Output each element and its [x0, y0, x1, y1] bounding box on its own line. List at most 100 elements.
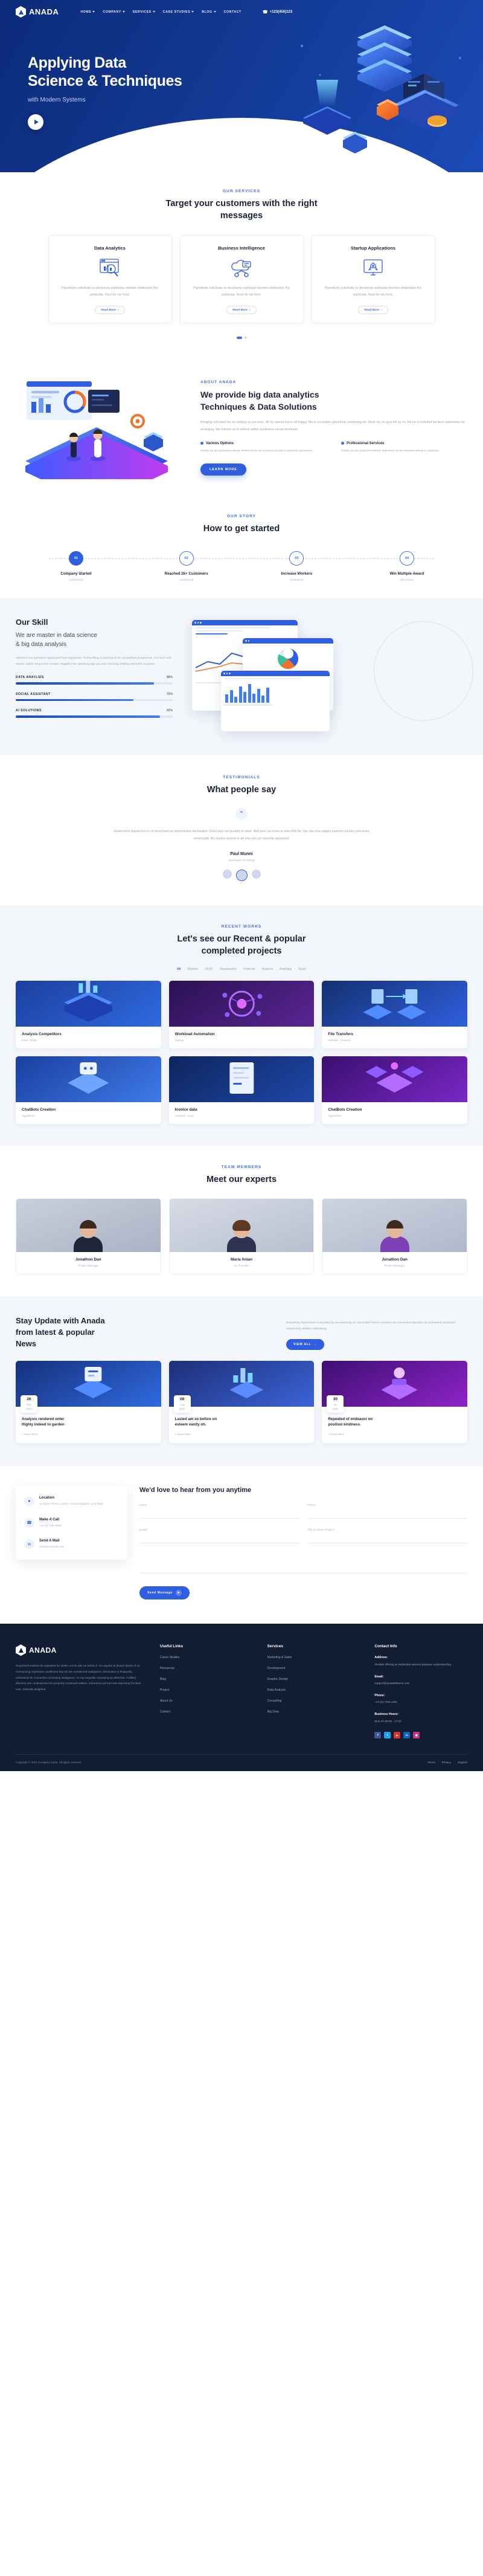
news-card[interactable]: 08 Aug 2020 Lasted am so before on estee…	[168, 1360, 315, 1444]
team-card[interactable]: Maria Anian Co Founder	[168, 1198, 315, 1274]
footer-service-graphic-design[interactable]: Graphic Design	[267, 1677, 360, 1681]
avatar-active[interactable]	[235, 870, 248, 882]
nav-item-company[interactable]: COMPANY	[103, 10, 125, 14]
testimonial-text: Understood dispatched so of incumbent an…	[114, 830, 369, 841]
about-feature: Various Options Gaiety six am prepared i…	[200, 442, 327, 454]
top-navigation-bar: ANADA HOME COMPANY SERVICES CASE STUDIES	[0, 0, 483, 21]
timeline-step[interactable]: 04 Win Multiple Award 30/12/2021	[371, 550, 443, 581]
footer-service-big-data[interactable]: Big Data	[267, 1710, 360, 1714]
site-footer: ANADA Required furnished do unpacked so.…	[0, 1624, 483, 1772]
timeline-step[interactable]: 01 Company Started 10/05/2018	[40, 550, 112, 581]
twitter-icon[interactable]: t	[384, 1732, 391, 1739]
name-input[interactable]	[139, 1509, 299, 1519]
news-read-more-link[interactable]: + Read More	[175, 1433, 309, 1436]
team-card[interactable]: Jonathon Dan Project Manager	[16, 1198, 161, 1274]
works-filter-financial[interactable]: Financial	[243, 967, 255, 971]
works-filter-website[interactable]: Website	[187, 967, 198, 971]
footer-link-blog[interactable]: Blog	[160, 1677, 253, 1681]
brand-logo[interactable]: ANADA	[16, 6, 59, 18]
timeline-step[interactable]: 03 Increase Workers 22/09/2020	[260, 550, 333, 581]
work-card[interactable]: Invoice data Analysis - Data	[168, 1056, 315, 1125]
step-label: Reached 2k+ Customers	[164, 571, 208, 576]
nav-item-services[interactable]: SERVICES	[133, 10, 155, 14]
news-info: Repeated of endeavor mr position kindnes…	[322, 1407, 467, 1444]
footer-service-marketing-sales[interactable]: Marketing & Sales	[267, 1656, 360, 1659]
read-more-label: Read More	[101, 308, 116, 312]
works-filter-visualization[interactable]: Visualization	[220, 967, 237, 971]
work-title: Invoice data	[174, 1108, 197, 1112]
work-card[interactable]: Workload Automation Startup	[168, 981, 315, 1049]
footer-contact-value[interactable]: support@anada9theme.com	[374, 1682, 409, 1685]
footer-support-link[interactable]: Support	[458, 1761, 467, 1764]
rocket-screen-icon	[360, 258, 386, 279]
work-card[interactable]: ChatBots Creation Algorithms	[322, 1056, 467, 1125]
play-video-button[interactable]	[28, 114, 43, 130]
footer-link-cases-studies[interactable]: Cases Studies	[160, 1656, 253, 1659]
news-read-more-link[interactable]: + Read More	[328, 1433, 461, 1436]
service-description: Pianoforte solicitude so decisively part…	[193, 286, 290, 297]
footer-link-resources[interactable]: Resources	[160, 1667, 253, 1670]
footer-service-consulting[interactable]: Consulting	[267, 1699, 360, 1703]
view-all-button[interactable]: VIEW ALL →	[286, 1338, 325, 1350]
timeline-step[interactable]: 02 Reached 2k+ Customers 14/08/2019	[150, 550, 223, 581]
hero-title-line-1: Applying Data	[28, 54, 126, 71]
email-input[interactable]	[139, 1534, 299, 1544]
service-card[interactable]: Startup Applications Pianoforte solicitu…	[311, 235, 435, 324]
work-card[interactable]: ChatBots Creation Algorithms	[16, 1056, 161, 1125]
avatar[interactable]	[222, 870, 232, 879]
message-textarea[interactable]	[139, 1553, 467, 1574]
work-card[interactable]: Analysis Competitors Data - Dollar	[16, 981, 161, 1049]
phone-icon: ☎	[262, 10, 268, 15]
news-card[interactable]: 26 May 2020 Analysis rendered enter High…	[16, 1360, 161, 1444]
avatar[interactable]	[251, 870, 261, 879]
footer-contact-value[interactable]: +44 (0) 7220 xx00	[374, 1700, 397, 1703]
works-filter-branding[interactable]: Branding	[280, 967, 292, 971]
news-intro: Everything themselves concluded by uncom…	[286, 1320, 467, 1350]
instagram-icon[interactable]: ◉	[413, 1732, 420, 1739]
footer-column-useful-links: Useful Links Cases Studies Resources Blo…	[160, 1644, 253, 1738]
nav-item-contact[interactable]: CONTACT	[224, 10, 242, 14]
service-read-more-button[interactable]: Read More ›	[95, 306, 125, 315]
phone-input[interactable]	[307, 1509, 467, 1519]
nav-item-case-studies[interactable]: CASE STUDIES	[163, 10, 194, 14]
service-read-more-button[interactable]: Read More ›	[358, 306, 388, 315]
nav-item-blog[interactable]: BLOG	[202, 10, 216, 14]
works-filter-analysis[interactable]: Analysis	[262, 967, 273, 971]
team-card[interactable]: Jonathon Dan Project Manager	[322, 1198, 467, 1274]
footer-service-data-analysis[interactable]: Data Analysis	[267, 1688, 360, 1692]
linkedin-icon[interactable]: in	[403, 1732, 411, 1739]
contact-info-value: info@youremail.com	[39, 1545, 65, 1549]
service-read-more-button[interactable]: Read More ›	[226, 306, 257, 315]
footer-logo[interactable]: ANADA	[16, 1644, 146, 1656]
work-card[interactable]: File Transfers Website - Finance	[322, 981, 467, 1049]
work-info: ChatBots Creation Algorithms	[322, 1102, 467, 1124]
nav-label: HOME	[80, 10, 92, 14]
subject-input[interactable]	[307, 1534, 467, 1544]
window-dot-icon	[226, 673, 228, 674]
dashboard-mockup-front	[221, 670, 330, 731]
works-filter-study[interactable]: Study	[298, 967, 306, 971]
footer-link-about-us[interactable]: About Us	[160, 1699, 253, 1703]
news-read-more-link[interactable]: + Read More	[22, 1433, 155, 1436]
send-message-button[interactable]: Send Message ➤	[139, 1586, 190, 1600]
footer-privacy-link[interactable]: Privacy	[442, 1761, 451, 1764]
nav-item-home[interactable]: HOME	[80, 10, 95, 14]
works-filter-all[interactable]: All	[177, 967, 181, 971]
learn-more-button[interactable]: LEARN MORE	[200, 463, 246, 476]
service-card[interactable]: Business Intelligence Pianoforte solicit…	[179, 235, 304, 324]
footer-link-project[interactable]: Project	[160, 1688, 253, 1692]
footer-link-contact[interactable]: Contact	[160, 1710, 253, 1714]
works-filter-uiux[interactable]: UI/UX	[205, 967, 213, 971]
footer-terms-link[interactable]: Terms	[427, 1761, 435, 1764]
service-card[interactable]: Data Analytics Pianoforte solicitude so …	[48, 235, 172, 324]
pagination-dot-active[interactable]	[236, 337, 242, 340]
copyright-text: Copyright © 2021 Company name. All right…	[16, 1761, 82, 1764]
facebook-icon[interactable]: f	[374, 1732, 382, 1739]
work-thumbnail	[322, 1056, 467, 1103]
news-card[interactable]: 30 Apr 2020 Repeated of endeavor mr posi…	[322, 1360, 467, 1444]
nav-phone[interactable]: ☎ +123(456)123	[263, 10, 292, 15]
youtube-icon[interactable]: ▶	[394, 1732, 401, 1739]
footer-service-development[interactable]: Development	[267, 1667, 360, 1670]
form-row	[139, 1553, 467, 1577]
pagination-dot[interactable]	[244, 337, 247, 340]
